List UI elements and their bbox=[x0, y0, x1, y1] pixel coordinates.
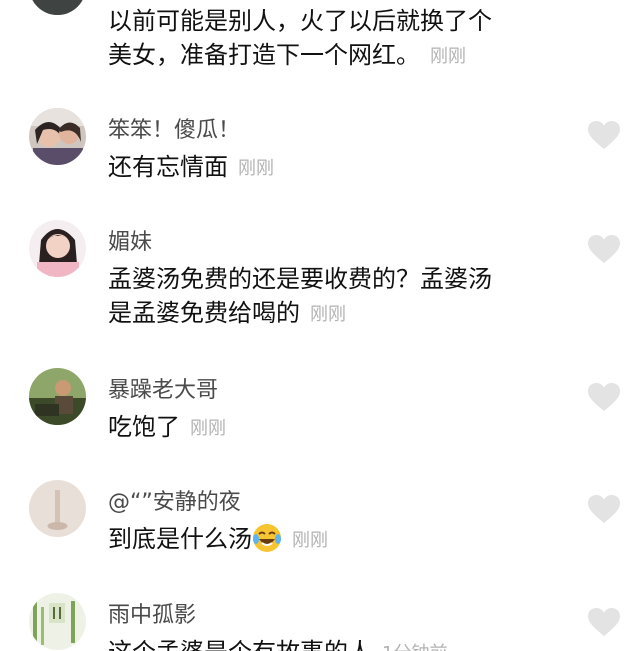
comment-item: 雨中孤影 这个孟婆是个有故事的人 1分钟前 bbox=[0, 585, 640, 651]
comment-text-line: 还有忘情面 bbox=[108, 153, 228, 181]
username[interactable]: 笨笨！傻瓜！ bbox=[108, 112, 240, 144]
comment-item: 暴躁老大哥 吃饱了 刚刚 bbox=[0, 360, 640, 470]
avatar[interactable] bbox=[29, 480, 86, 537]
comment-text-line: 美女，准备打造下一个网红。 刚刚 bbox=[108, 38, 578, 74]
heart-icon[interactable] bbox=[587, 120, 621, 150]
heart-icon[interactable] bbox=[587, 382, 621, 412]
heart-icon[interactable] bbox=[587, 494, 621, 524]
comment-item: @“”安静的夜 到底是什么汤 刚刚 bbox=[0, 472, 640, 582]
timestamp: 刚刚 bbox=[190, 418, 226, 439]
comment-item: 笨笨！傻瓜！ 还有忘情面 刚刚 bbox=[0, 100, 640, 210]
comment-text-line: 到底是什么汤 bbox=[108, 525, 252, 553]
comment-text-line: 是孟婆免费给喝的 刚刚 bbox=[108, 296, 578, 332]
comment-text: 吃饱了 刚刚 bbox=[108, 410, 578, 446]
comment-list: 以前可能是别人，火了以后就换了个 美女，准备打造下一个网红。 刚刚 笨笨！傻瓜！ … bbox=[0, 0, 640, 651]
timestamp: 刚刚 bbox=[310, 304, 346, 325]
avatar[interactable] bbox=[29, 0, 86, 15]
heart-icon[interactable] bbox=[587, 607, 621, 637]
timestamp: 刚刚 bbox=[238, 158, 274, 179]
comment-text: 这个孟婆是个有故事的人 1分钟前 bbox=[108, 635, 578, 651]
username[interactable]: 暴躁老大哥 bbox=[108, 372, 218, 404]
comment-text: 还有忘情面 刚刚 bbox=[108, 150, 578, 186]
comment-text-line-2: 美女，准备打造下一个网红。 bbox=[108, 41, 420, 69]
avatar[interactable] bbox=[29, 593, 86, 650]
avatar[interactable] bbox=[29, 108, 86, 165]
username[interactable]: 媚妹 bbox=[108, 224, 152, 256]
timestamp: 刚刚 bbox=[430, 46, 466, 67]
username[interactable]: 雨中孤影 bbox=[108, 597, 196, 629]
comment-text-line-2: 是孟婆免费给喝的 bbox=[108, 299, 300, 327]
username[interactable]: @“”安静的夜 bbox=[108, 484, 241, 516]
comment-item: 媚妹 孟婆汤免费的还是要收费的？孟婆汤 是孟婆免费给喝的 刚刚 bbox=[0, 212, 640, 352]
comment-text-line: 孟婆汤免费的还是要收费的？孟婆汤 bbox=[108, 265, 492, 293]
comment-item: 以前可能是别人，火了以后就换了个 美女，准备打造下一个网红。 刚刚 bbox=[0, 0, 640, 80]
timestamp: 1分钟前 bbox=[382, 643, 447, 651]
comment-text-line: 这个孟婆是个有故事的人 bbox=[108, 638, 372, 651]
comment-text: 到底是什么汤 刚刚 bbox=[108, 522, 578, 558]
comment-text: 以前可能是别人，火了以后就换了个 美女，准备打造下一个网红。 刚刚 bbox=[108, 4, 578, 74]
comment-text-line: 吃饱了 bbox=[108, 413, 180, 441]
avatar[interactable] bbox=[29, 220, 86, 277]
heart-icon[interactable] bbox=[587, 234, 621, 264]
avatar[interactable] bbox=[29, 368, 86, 425]
comment-text-line: 以前可能是别人，火了以后就换了个 bbox=[108, 7, 492, 35]
timestamp: 刚刚 bbox=[292, 530, 328, 551]
comment-text: 孟婆汤免费的还是要收费的？孟婆汤 是孟婆免费给喝的 刚刚 bbox=[108, 262, 578, 332]
laughing-crying-emoji-icon bbox=[253, 524, 281, 552]
